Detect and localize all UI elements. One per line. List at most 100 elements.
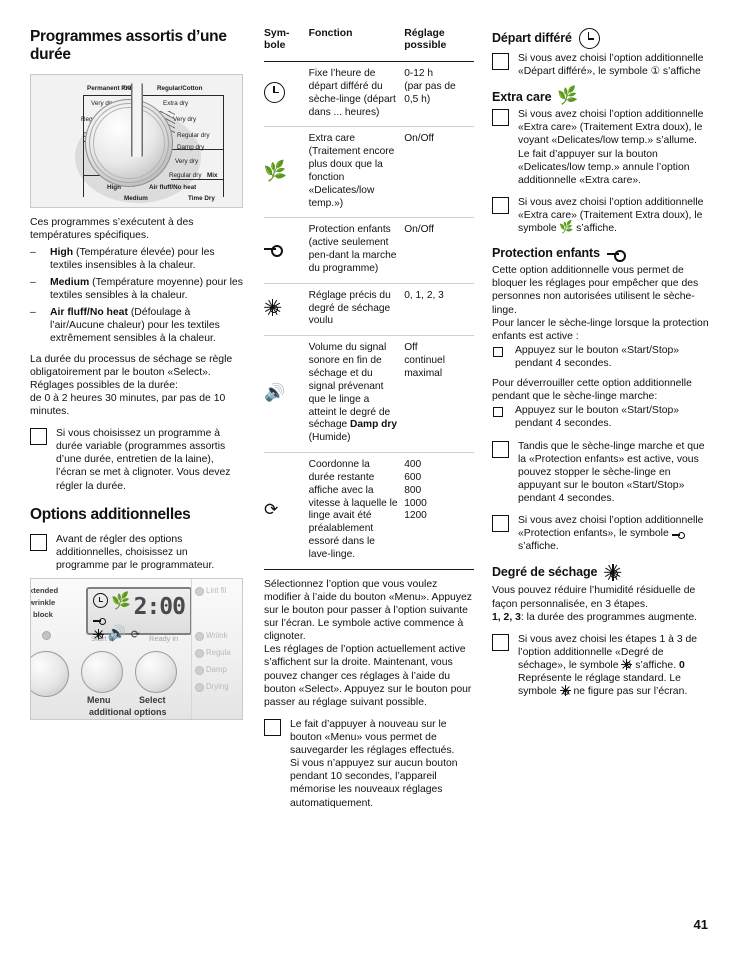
protection-para-3: Pour déverrouiller cette option addition… — [492, 378, 692, 403]
note-text: Tandis que le sèche-linge marche et que … — [518, 440, 705, 504]
speaker-icon: 🔊 — [264, 383, 286, 403]
additional-options-caption: additional options — [89, 707, 167, 718]
knob-label-regular-cotton: Regular/Cotton — [157, 84, 203, 92]
knob-label-mix-very-dry: Very dry — [175, 157, 199, 165]
list-item: – Medium (Température moyenne) pour les … — [30, 276, 243, 302]
note-text: Avant de régler des options additionnell… — [56, 533, 215, 572]
knob-ring-inner2 — [93, 106, 165, 179]
row-setting-cell: Off continuel maximal — [404, 342, 445, 379]
selector-knob[interactable] — [85, 98, 173, 187]
table-row: 🔊 Volume du signal sonore en fin de séch… — [264, 336, 474, 453]
note-protection-2: Si vous avez choisi l’option additionnel… — [492, 514, 710, 553]
note-extra-care-1: Si vous avez choisi l’option additionnel… — [492, 108, 710, 187]
sun-icon — [604, 564, 622, 582]
manual-page: Programmes assortis d’une durée Permanen… — [0, 0, 738, 954]
row-setting-cell: 0, 1, 2, 3 — [404, 289, 444, 301]
degre-steps-rest: : la durée des programmes augmente. — [520, 611, 698, 623]
indicator-lint-filter: Lint fil — [206, 586, 227, 596]
heading-text: Départ différé — [492, 31, 572, 45]
key-icon — [671, 531, 685, 539]
note-text: Le fait d’appuyer à nouveau sur le bouto… — [290, 718, 458, 809]
rule-top-right — [149, 94, 223, 96]
panel-label-wrinkle: wrinkle — [30, 598, 56, 608]
note-square-icon — [492, 196, 509, 214]
temp-term: Medium — [50, 277, 90, 288]
rule-right-vert2 — [223, 148, 224, 197]
section-protection-enfants: Protection enfants — [492, 246, 710, 262]
programme-knob-figure: Permanent Press Regular/Cotton Off Very … — [30, 73, 243, 208]
protection-para-1: Cette option additionnelle vous permet d… — [492, 265, 699, 316]
panel-label-ready-in: Ready in — [149, 634, 179, 644]
feather-icon: 🌿 — [558, 221, 574, 235]
note-menu-save: Le fait d’appuyer à nouveau sur le bouto… — [264, 718, 474, 810]
row-symbol-cell — [264, 218, 309, 283]
row-symbol-cell: 🌿 — [262, 127, 309, 218]
select-button-label: Select — [139, 695, 166, 706]
dash-marker: – — [30, 246, 36, 258]
degre-para-2: 1, 2, 3: la durée des programmes augment… — [492, 611, 710, 624]
row-function-cell: Coordonne la durée restante affiche avec… — [308, 459, 398, 560]
menu-instructions-paragraph: Sélectionnez l’option que vous voulez mo… — [264, 578, 472, 708]
panel-label-start-in: Start in — [91, 634, 115, 644]
note-options: Avant de régler des options additionnell… — [30, 533, 243, 572]
table-row: Fixe l’heure de départ différé du sèche-… — [264, 61, 474, 127]
page-title: Programmes assortis d’une durée — [30, 28, 227, 64]
note-depart-differe: Si vous avez choisi l’option additionnel… — [492, 52, 710, 78]
function-text-pre: Volume du signal sonore en fin de séchag… — [308, 342, 391, 431]
indicator-wrinkle: Wriink — [206, 631, 228, 641]
note-text-zero: 0 — [679, 659, 685, 671]
led-drying — [195, 683, 204, 693]
note-square-icon — [492, 440, 509, 458]
page-number: 41 — [693, 917, 708, 932]
button-extended-wrinkle-block[interactable] — [31, 651, 69, 698]
note-square-icon — [30, 533, 47, 551]
heading-text: Extra care — [492, 89, 552, 104]
feather-icon: 🌿 — [110, 591, 133, 612]
row-function-cell: Fixe l’heure de départ différé du sèche-… — [308, 67, 396, 118]
knob-label-rc-extra-dry: Extra dry — [163, 99, 189, 107]
rule-left-vert3 — [83, 174, 84, 197]
note-extra-care-2: Si vous avez choisi l’option additionnel… — [492, 196, 710, 235]
led-regular — [195, 649, 204, 659]
function-text-post: (Humide) — [308, 432, 351, 444]
note-text-post: s’affiche. — [573, 223, 617, 235]
led-lint-filter — [195, 587, 204, 597]
led-wrinkle-block — [42, 631, 51, 641]
note-text: Si vous choisissez un programme à durée … — [56, 428, 231, 492]
note-text-post: s’affiche. — [518, 541, 559, 553]
knob-label-time-dry: Time Dry — [188, 194, 215, 202]
bullet-square-icon — [493, 407, 503, 418]
table-row: Protection enfants (active seulement pen… — [264, 218, 474, 284]
indicator-damp: Damp — [206, 665, 227, 675]
bullet-square-icon — [493, 346, 503, 357]
dash-marker: – — [30, 277, 36, 288]
row-setting-cell: 0-12 h (par pas de 0,5 h) — [404, 67, 456, 105]
note-square-icon — [492, 109, 509, 127]
table-row: ⟳ Coordonne la durée restante affiche av… — [264, 453, 474, 570]
list-item: – High (Température élevée) pour les tex… — [30, 246, 243, 272]
select-button[interactable] — [135, 651, 177, 694]
temp-term: High — [50, 246, 74, 258]
temp-term: Air fluff/No heat — [50, 307, 128, 319]
header-symbole: Sym- bole — [264, 28, 290, 52]
temp-desc: (Température élevée) pour les textiles i… — [50, 246, 215, 271]
panel-label-block: block — [33, 610, 53, 620]
note-text: Si vous avez choisi l’option additionnel… — [518, 53, 704, 78]
indicator-drying: Drying — [206, 682, 229, 692]
key-icon — [93, 617, 106, 625]
function-text-bold: Damp dry — [350, 419, 397, 431]
heading-text: Degré de séchage — [492, 565, 598, 580]
knob-label-medium: Medium — [124, 194, 148, 202]
note-text-4: ne figure pas sur l’écran. — [570, 686, 688, 698]
note-square-icon — [30, 428, 47, 446]
panel-divider — [191, 579, 192, 720]
feather-icon: 🌿 — [262, 159, 288, 183]
rule-right-vert — [223, 94, 224, 149]
header-fonction: Fonction — [308, 28, 353, 39]
note-variable-duration: Si vous choisissez un programme à durée … — [30, 427, 243, 493]
protection-para-2: Pour lancer le sèche-linge lorsque la pr… — [492, 317, 709, 342]
row-function-cell: Protection enfants (active seulement pen… — [308, 224, 397, 274]
menu-button[interactable] — [81, 651, 123, 694]
clock-icon — [578, 28, 600, 49]
section-extra-care: Extra care 🌿 — [492, 87, 710, 107]
